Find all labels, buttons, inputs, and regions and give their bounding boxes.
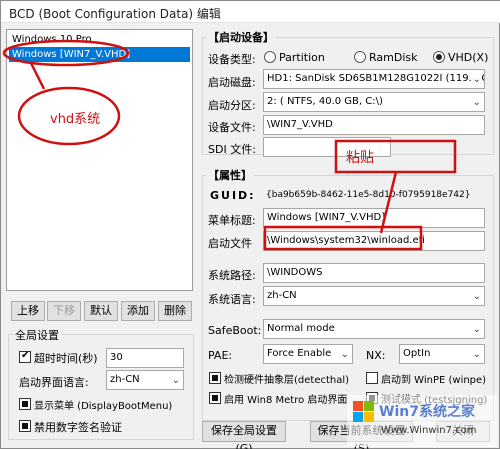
paste-note-label: 粘贴 (346, 150, 374, 166)
paste-arrow (379, 171, 398, 234)
windows-logo-icon (353, 401, 375, 423)
watermark-url: Www.Winwin7.com (381, 425, 477, 436)
annotation-overlay (2, 39, 457, 251)
highlight-ellipse (2, 39, 130, 67)
vhd-note-label: vhd系统 (50, 112, 101, 127)
boot-file-highlight (263, 225, 423, 251)
note-arrow (29, 62, 46, 90)
watermark-brand: Win7系统之家 (379, 404, 475, 420)
bcd-editor-window: BCD (Boot Configuration Data) 编辑 Windows… (0, 0, 500, 449)
watermark: Win7系统之家 Www.Winwin7.com (347, 395, 497, 447)
